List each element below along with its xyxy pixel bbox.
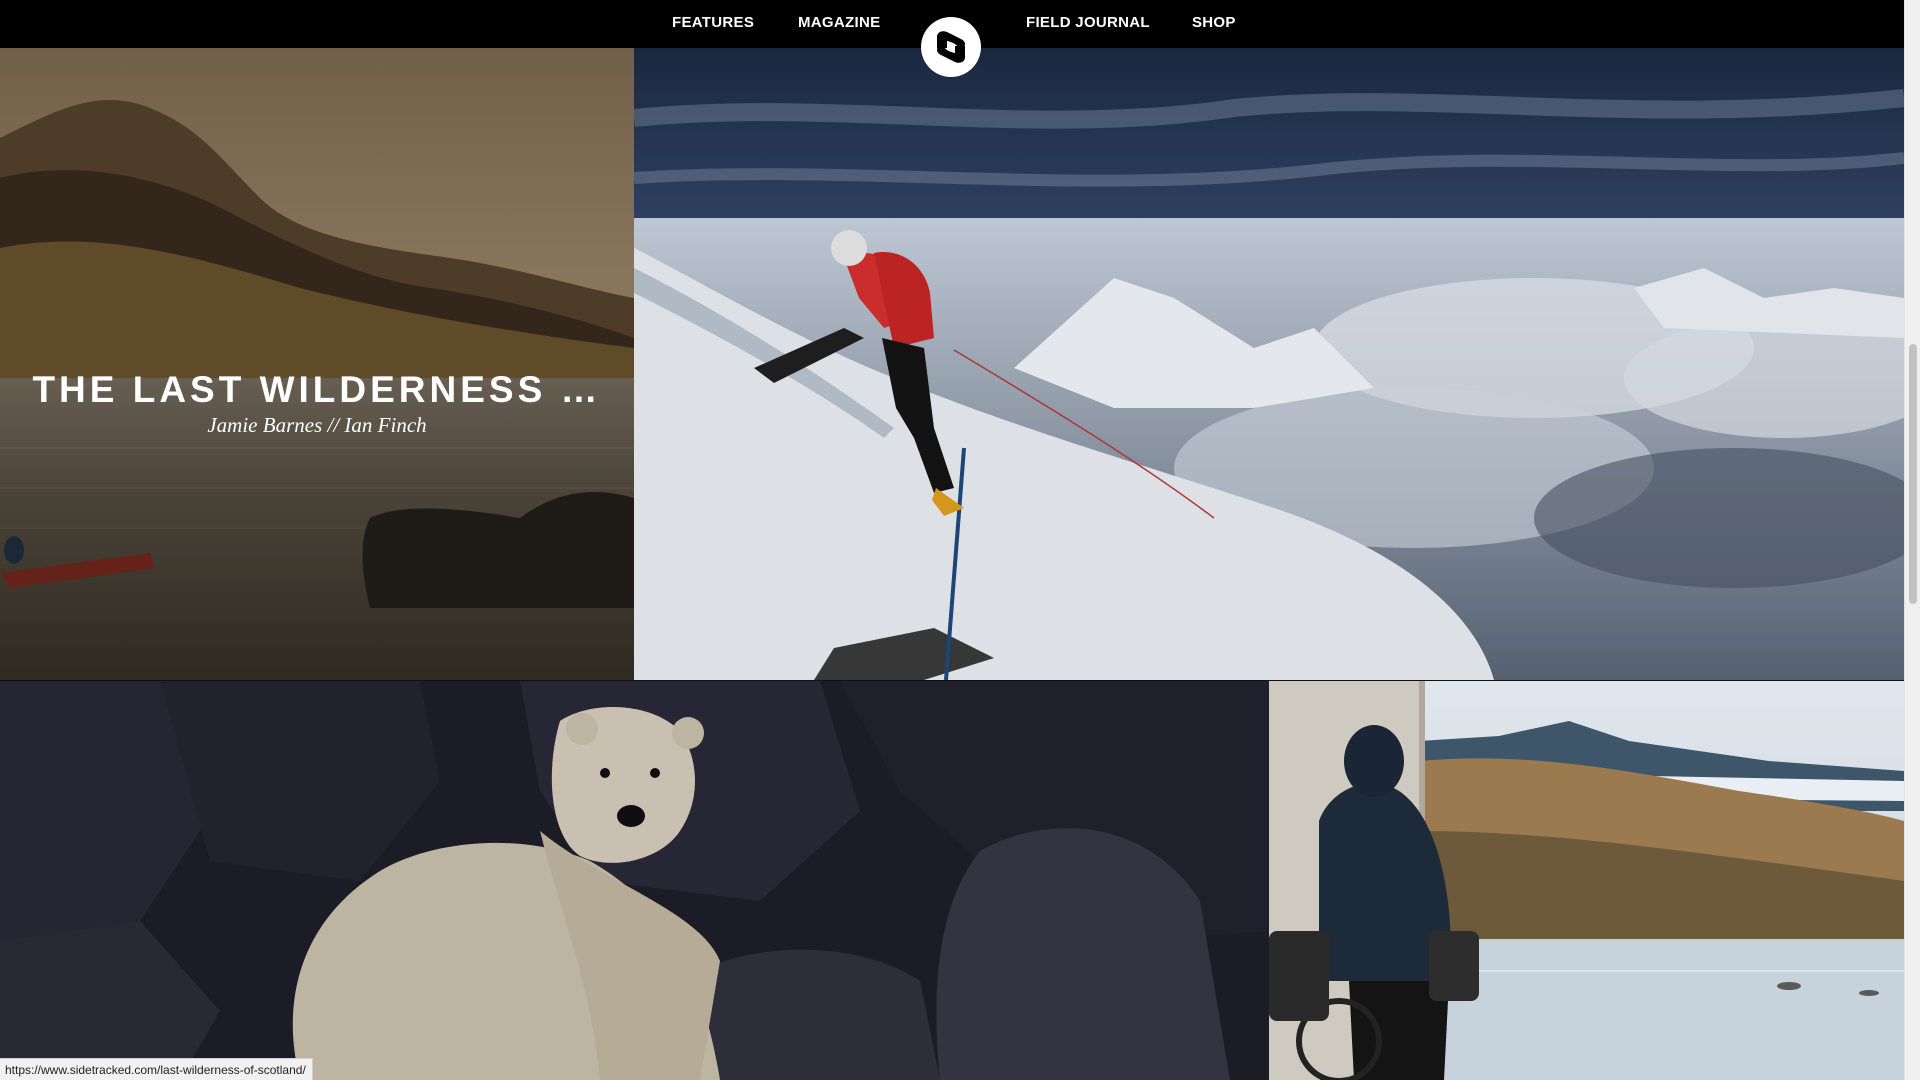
page: FEATURES MAGAZINE FIELD JOURNAL SHOP THE…: [0, 0, 1920, 1080]
link-status-preview: https://www.sidetracked.com/last-wildern…: [0, 1058, 313, 1080]
bikepacker-image: [1269, 681, 1904, 1080]
featured-story-tile[interactable]: THE LAST WILDERNESS … Jamie Barnes // Ia…: [0, 48, 634, 680]
polar-bear-image: [0, 681, 1269, 1080]
sidetracked-logo-icon: [937, 31, 965, 63]
site-logo[interactable]: [921, 17, 981, 77]
mountaineer-image: [634, 48, 1904, 680]
polar-bear-story-tile[interactable]: [0, 681, 1269, 1080]
climber-story-tile[interactable]: [634, 48, 1904, 680]
nav-link-shop[interactable]: SHOP: [1192, 14, 1236, 32]
scrollbar-thumb[interactable]: [1909, 344, 1917, 604]
cyclist-story-tile[interactable]: [1269, 681, 1904, 1080]
story-byline: Jamie Barnes // Ian Finch: [207, 413, 427, 437]
nav-link-field-journal[interactable]: FIELD JOURNAL: [1026, 14, 1150, 32]
loch-landscape-image: [0, 48, 634, 680]
vertical-scrollbar[interactable]: [1904, 0, 1920, 1080]
story-title: THE LAST WILDERNESS …: [32, 369, 602, 410]
nav-link-magazine[interactable]: MAGAZINE: [798, 14, 880, 32]
nav-link-features[interactable]: FEATURES: [672, 14, 754, 32]
